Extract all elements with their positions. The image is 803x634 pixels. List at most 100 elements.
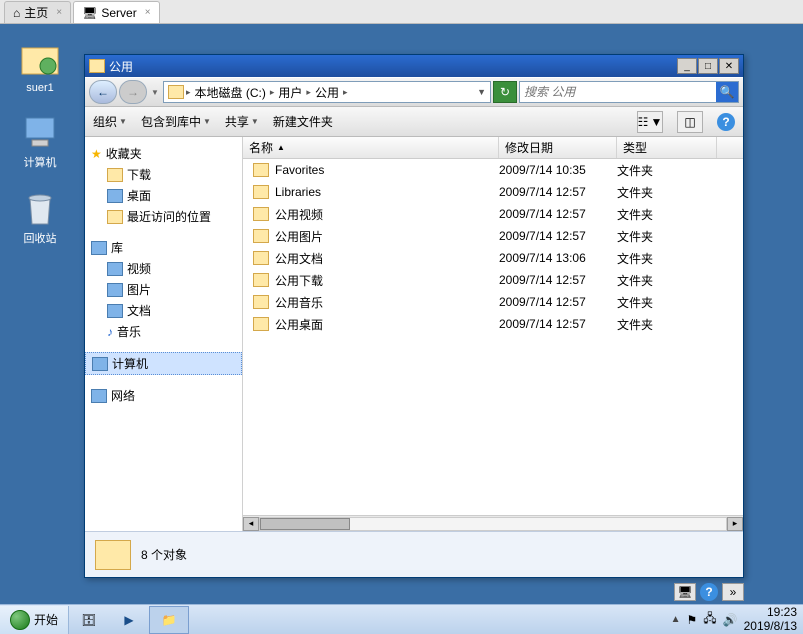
window-title: 公用 bbox=[109, 58, 133, 75]
nav-downloads[interactable]: 下载 bbox=[85, 164, 242, 185]
nav-network[interactable]: 网络 bbox=[85, 385, 242, 406]
table-row[interactable]: 公用视频2009/7/14 12:57文件夹 bbox=[243, 203, 743, 225]
breadcrumb-arrow[interactable]: ▸ bbox=[306, 87, 311, 98]
pictures-icon bbox=[107, 283, 123, 297]
breadcrumb-arrow[interactable]: ▸ bbox=[270, 87, 275, 98]
taskbar-clock[interactable]: 19:23 2019/8/13 bbox=[744, 606, 797, 632]
file-type: 文件夹 bbox=[617, 250, 717, 267]
forward-button[interactable]: → bbox=[119, 80, 147, 104]
file-modified: 2009/7/14 10:35 bbox=[499, 163, 617, 177]
home-icon: ⌂ bbox=[13, 6, 20, 20]
view-button[interactable]: ☷▼ bbox=[637, 111, 663, 133]
column-modified[interactable]: 修改日期 bbox=[499, 137, 617, 158]
nav-videos[interactable]: 视频 bbox=[85, 258, 242, 279]
table-row[interactable]: 公用下载2009/7/14 12:57文件夹 bbox=[243, 269, 743, 291]
host-sys-button[interactable]: 🖥 bbox=[674, 583, 696, 601]
help-button[interactable]: ? bbox=[717, 113, 735, 131]
refresh-button[interactable]: ↻ bbox=[493, 81, 517, 103]
address-dropdown[interactable]: ▼ bbox=[477, 87, 486, 97]
desktop-icon-computer[interactable]: 计算机 bbox=[10, 112, 70, 170]
start-button[interactable]: 开始 bbox=[0, 606, 69, 634]
host-expand-button[interactable]: » bbox=[722, 583, 744, 601]
file-type: 文件夹 bbox=[617, 316, 717, 333]
search-box[interactable]: 🔍 bbox=[519, 81, 739, 103]
host-browser-tabs: ⌂ 主页 × 🖥 Server × bbox=[0, 0, 803, 24]
desktop-icons: suer1 计算机 回收站 bbox=[10, 40, 70, 264]
desktop-icon-recycle[interactable]: 回收站 bbox=[10, 188, 70, 246]
folder-icon bbox=[253, 229, 269, 243]
tray-volume-icon[interactable]: 🔊 bbox=[723, 613, 738, 627]
file-name: 公用音乐 bbox=[275, 294, 323, 311]
tray-show-hidden[interactable]: ▲ bbox=[671, 614, 681, 625]
nav-documents[interactable]: 文档 bbox=[85, 300, 242, 321]
recycle-bin-icon bbox=[20, 188, 60, 228]
preview-pane-button[interactable]: ◫ bbox=[677, 111, 703, 133]
address-bar[interactable]: ▸ 本地磁盘 (C:) ▸ 用户 ▸ 公用 ▸ ▼ bbox=[163, 81, 491, 103]
table-row[interactable]: Libraries2009/7/14 12:57文件夹 bbox=[243, 181, 743, 203]
nav-libraries-header[interactable]: 库 bbox=[85, 237, 242, 258]
breadcrumb-arrow[interactable]: ▸ bbox=[343, 87, 348, 98]
file-modified: 2009/7/14 12:57 bbox=[499, 229, 617, 243]
search-input[interactable] bbox=[520, 85, 716, 99]
tab-label: Server bbox=[101, 6, 136, 20]
host-help-button[interactable]: ? bbox=[700, 583, 718, 601]
nav-pictures[interactable]: 图片 bbox=[85, 279, 242, 300]
nav-music[interactable]: ♪音乐 bbox=[85, 321, 242, 342]
breadcrumb-seg[interactable]: 用户 bbox=[276, 84, 304, 101]
maximize-button[interactable]: □ bbox=[698, 58, 718, 74]
browser-tab-home[interactable]: ⌂ 主页 × bbox=[4, 1, 71, 23]
nav-history-dropdown[interactable]: ▼ bbox=[149, 88, 161, 97]
back-button[interactable]: ← bbox=[89, 80, 117, 104]
share-button[interactable]: 共享▼ bbox=[225, 113, 259, 130]
computer-icon bbox=[92, 357, 108, 371]
close-icon[interactable]: × bbox=[56, 7, 62, 18]
column-headers: 名称 ▲ 修改日期 类型 bbox=[243, 137, 743, 159]
breadcrumb-seg[interactable]: 本地磁盘 (C:) bbox=[193, 84, 268, 101]
table-row[interactable]: Favorites2009/7/14 10:35文件夹 bbox=[243, 159, 743, 181]
window-titlebar[interactable]: 公用 _ □ ✕ bbox=[85, 55, 743, 77]
organize-button[interactable]: 组织▼ bbox=[93, 113, 127, 130]
desktop-icon-label: 计算机 bbox=[10, 154, 70, 170]
details-pane: 8 个对象 bbox=[85, 531, 743, 577]
table-row[interactable]: 公用桌面2009/7/14 12:57文件夹 bbox=[243, 313, 743, 335]
taskbar-server-manager[interactable]: 🗄 bbox=[69, 606, 109, 634]
table-row[interactable]: 公用音乐2009/7/14 12:57文件夹 bbox=[243, 291, 743, 313]
scroll-left-button[interactable]: ◂ bbox=[243, 517, 259, 531]
close-icon[interactable]: × bbox=[145, 7, 151, 18]
breadcrumb-seg[interactable]: 公用 bbox=[313, 84, 341, 101]
taskbar-explorer[interactable]: 📁 bbox=[149, 606, 189, 634]
scroll-thumb[interactable] bbox=[260, 518, 350, 530]
table-row[interactable]: 公用文档2009/7/14 13:06文件夹 bbox=[243, 247, 743, 269]
table-row[interactable]: 公用图片2009/7/14 12:57文件夹 bbox=[243, 225, 743, 247]
breadcrumb-arrow[interactable]: ▸ bbox=[186, 87, 191, 98]
server-icon: 🖥 bbox=[82, 6, 97, 20]
nav-favorites-header[interactable]: ★收藏夹 bbox=[85, 143, 242, 164]
file-name: 公用桌面 bbox=[275, 316, 323, 333]
network-icon bbox=[91, 389, 107, 403]
browser-tab-server[interactable]: 🖥 Server × bbox=[73, 1, 159, 23]
taskbar-powershell[interactable]: ▶ bbox=[109, 606, 149, 634]
tray-network-icon[interactable]: 🖧 bbox=[703, 609, 716, 630]
user-folder-icon bbox=[20, 40, 60, 80]
scroll-right-button[interactable]: ▸ bbox=[727, 517, 743, 531]
include-in-library-button[interactable]: 包含到库中▼ bbox=[141, 113, 211, 130]
libraries-icon bbox=[91, 241, 107, 255]
file-modified: 2009/7/14 12:57 bbox=[499, 207, 617, 221]
desktop-icon-user[interactable]: suer1 bbox=[10, 40, 70, 94]
search-button[interactable]: 🔍 bbox=[716, 82, 738, 102]
nav-computer[interactable]: 计算机 bbox=[85, 352, 242, 375]
file-modified: 2009/7/14 12:57 bbox=[499, 295, 617, 309]
horizontal-scrollbar[interactable]: ◂ ▸ bbox=[243, 515, 743, 531]
nav-desktop[interactable]: 桌面 bbox=[85, 185, 242, 206]
folder-icon bbox=[253, 163, 269, 177]
new-folder-button[interactable]: 新建文件夹 bbox=[273, 113, 333, 130]
tray-flag-icon[interactable]: ⚑ bbox=[687, 613, 698, 627]
file-modified: 2009/7/14 12:57 bbox=[499, 185, 617, 199]
close-button[interactable]: ✕ bbox=[719, 58, 739, 74]
minimize-button[interactable]: _ bbox=[677, 58, 697, 74]
scroll-track[interactable] bbox=[259, 517, 727, 531]
desktop-icon-label: suer1 bbox=[10, 82, 70, 94]
nav-recent[interactable]: 最近访问的位置 bbox=[85, 206, 242, 227]
column-type[interactable]: 类型 bbox=[617, 137, 717, 158]
column-name[interactable]: 名称 ▲ bbox=[243, 137, 499, 158]
